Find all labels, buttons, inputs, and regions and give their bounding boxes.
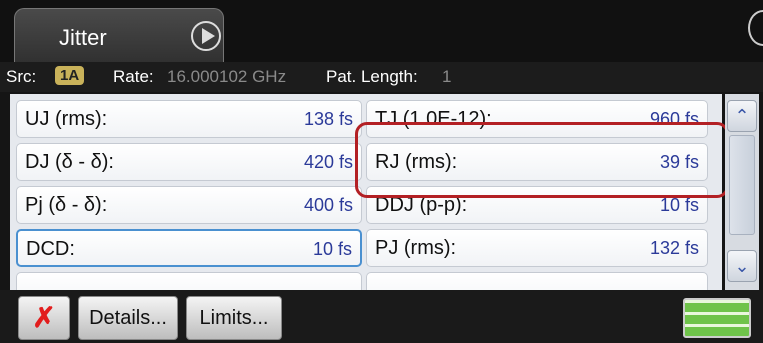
measurement-label: UJ (rms): xyxy=(25,108,108,130)
scrollbar-thumb[interactable] xyxy=(729,135,755,235)
measurement-row-partial[interactable] xyxy=(366,272,708,290)
measurement-value: 132 fs xyxy=(649,238,699,258)
pattern-length-value: 1 xyxy=(442,67,452,86)
measurement-pj-dd[interactable]: Pj (δ - δ): 400 fs xyxy=(16,186,362,224)
rate-value: 16.000102 GHz xyxy=(167,67,287,86)
measurement-label: Pj (δ - δ): xyxy=(25,194,108,216)
measurement-value: 420 fs xyxy=(303,152,353,172)
x-icon: ✗ xyxy=(32,302,56,333)
play-icon[interactable] xyxy=(191,21,221,51)
measurement-value: 138 fs xyxy=(303,109,353,129)
pattern-length-label: Pat. Length: xyxy=(326,67,418,86)
measurement-row-partial[interactable] xyxy=(16,272,362,290)
status-line: Src: 1A Rate: 16.000102 GHz Pat. Length:… xyxy=(0,62,763,92)
measurement-dj[interactable]: DJ (δ - δ): 420 fs xyxy=(16,143,362,181)
details-button[interactable]: Details... xyxy=(78,296,178,340)
measurement-label: DCD: xyxy=(26,238,75,260)
highlight-box xyxy=(355,122,729,198)
measurement-label: PJ (rms): xyxy=(375,237,457,259)
tab-jitter-label: Jitter xyxy=(59,25,107,50)
status-indicator-icon[interactable] xyxy=(683,298,751,338)
chevron-down-icon[interactable]: ⌄ xyxy=(727,250,757,282)
limits-button[interactable]: Limits... xyxy=(186,296,282,340)
measurement-uj-rms[interactable]: UJ (rms): 138 fs xyxy=(16,100,362,138)
rate-label: Rate: xyxy=(113,67,154,86)
src-label: Src: xyxy=(6,67,37,86)
tab-jitter[interactable]: Jitter xyxy=(14,8,224,68)
measurement-value: 10 fs xyxy=(659,195,699,215)
measurement-label: DJ (δ - δ): xyxy=(25,151,114,173)
measurement-value: 10 fs xyxy=(312,239,352,259)
measurement-value: 400 fs xyxy=(303,195,353,215)
src-badge: 1A xyxy=(55,66,85,85)
measurement-dcd[interactable]: DCD: 10 fs xyxy=(16,229,362,267)
close-button[interactable]: ✗ xyxy=(18,296,70,340)
measurement-pj-rms[interactable]: PJ (rms): 132 fs xyxy=(366,229,708,267)
chevron-up-icon[interactable]: ⌃ xyxy=(727,100,757,132)
